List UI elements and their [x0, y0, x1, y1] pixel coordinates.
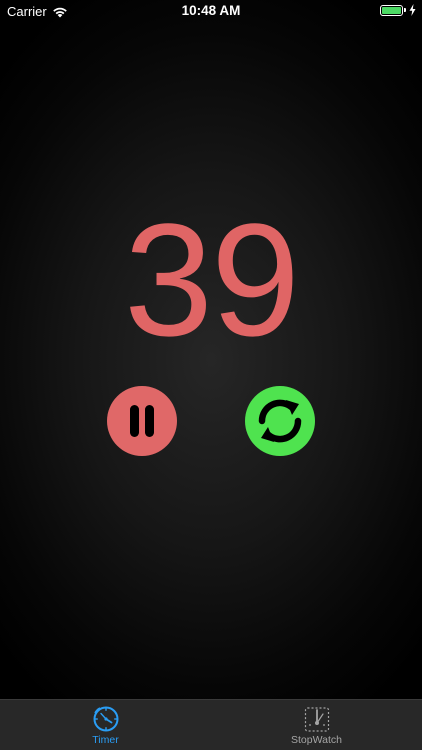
tab-bar: Timer StopWatch: [0, 699, 422, 750]
status-right: [380, 4, 416, 16]
stopwatch-icon: [304, 707, 329, 732]
battery-fill: [382, 6, 401, 14]
charging-bolt-icon: [409, 4, 416, 16]
refresh-icon: [258, 399, 302, 443]
tab-stopwatch-label: StopWatch: [291, 734, 342, 746]
timer-icon: [93, 706, 118, 732]
status-time: 10:48 AM: [181, 3, 241, 18]
tab-timer-label: Timer: [92, 734, 119, 746]
status-bar: Carrier 10:48 AM: [0, 0, 422, 22]
tab-stopwatch[interactable]: StopWatch: [211, 700, 422, 750]
timer-display: 39: [124, 190, 300, 369]
battery-icon: [380, 4, 403, 16]
pause-icon: [130, 405, 154, 437]
app-screen: Carrier 10:48 AM 39 Timer StopWatch: [0, 0, 422, 750]
pause-button[interactable]: [107, 386, 177, 456]
battery-cap: [404, 8, 406, 12]
tab-timer[interactable]: Timer: [0, 700, 211, 750]
reset-button[interactable]: [245, 386, 315, 456]
